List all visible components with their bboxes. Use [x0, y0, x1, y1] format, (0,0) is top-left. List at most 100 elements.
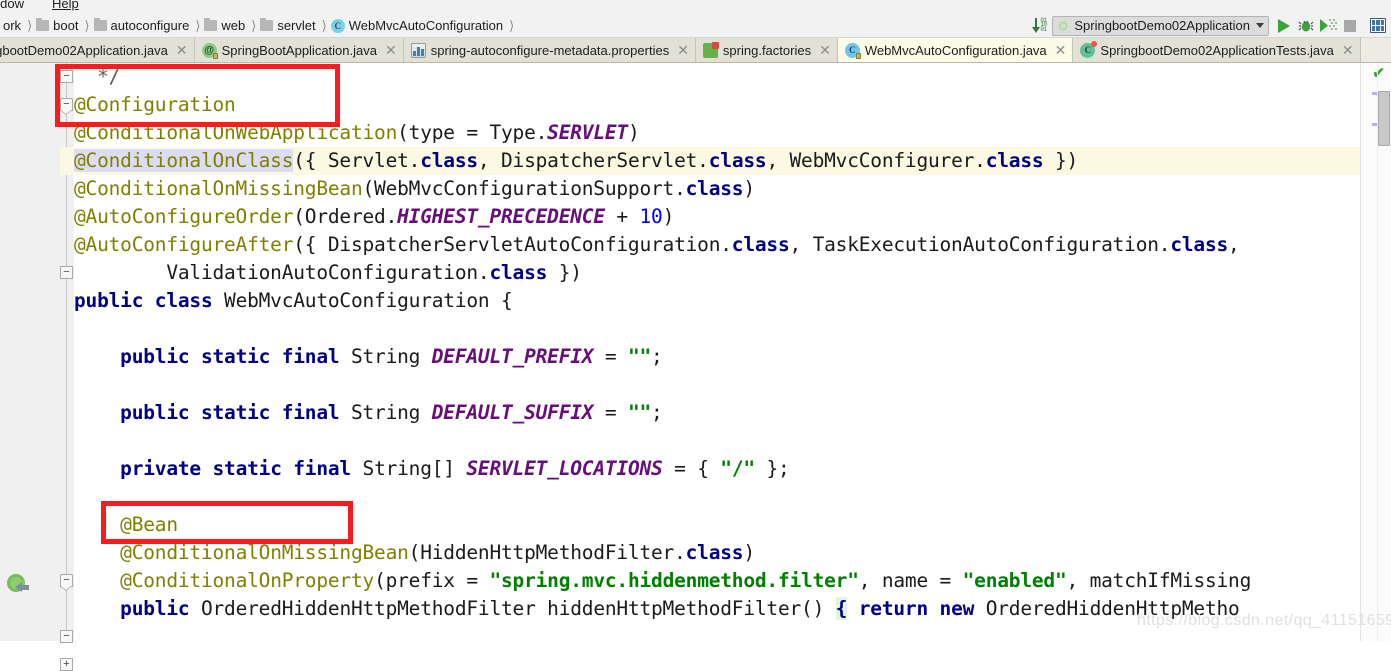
code-line[interactable]: public static final String DEFAULT_PREFI…: [74, 343, 663, 371]
code-token: @ConditionalOnMissingBean: [74, 177, 363, 200]
code-token: @ConditionalOnClass: [74, 149, 294, 172]
code-line[interactable]: @AutoConfigureAfter({ DispatcherServletA…: [74, 231, 1240, 259]
tab-close-icon[interactable]: ✕: [677, 43, 689, 57]
scrollbar-track: [1377, 63, 1378, 641]
download-icon: 01 10 01: [1032, 17, 1050, 34]
breadcrumb-separator-icon: ⟩: [27, 17, 33, 33]
code-token: "spring.mvc.hiddenmethod.filter": [489, 569, 859, 592]
code-token: (WebMvcConfigurationSupport.: [362, 177, 686, 200]
code-token: =: [593, 401, 628, 424]
fold-toggle-inner[interactable]: −: [60, 630, 73, 643]
code-line[interactable]: @ConditionalOnProperty(prefix = "spring.…: [74, 567, 1251, 595]
fold-expand-inner[interactable]: +: [60, 658, 73, 671]
code-line[interactable]: @ConditionalOnMissingBean(HiddenHttpMeth…: [74, 539, 755, 567]
code-token: WebMvcAutoConfiguration {: [212, 289, 513, 312]
tab-spring-autoconfigure-metadata-properties[interactable]: spring-autoconfigure-metadata.properties…: [403, 38, 696, 62]
tab-springbootdemo02application-java[interactable]: C ingbootDemo02Application.java ✕: [0, 38, 195, 62]
tab-close-icon[interactable]: ✕: [385, 43, 397, 57]
watermark: https://blog.csdn.net/qq_41151659: [1137, 612, 1391, 629]
code-token: = {: [662, 457, 721, 480]
chevron-down-icon: [1256, 23, 1264, 28]
menu-item-window[interactable]: indow: [0, 0, 24, 11]
layout-grid-icon: [1370, 18, 1386, 33]
code-line[interactable]: @Bean: [74, 511, 178, 539]
code-line[interactable]: public class WebMvcAutoConfiguration {: [74, 287, 513, 315]
code-token: (prefix =: [374, 569, 490, 592]
code-token: ): [662, 205, 675, 228]
code-token: */: [74, 65, 121, 88]
breadcrumb-item-autoconfigure[interactable]: autoconfigure: [91, 14, 195, 37]
code-line[interactable]: ValidationAutoConfiguration.class }): [74, 259, 582, 287]
code-line[interactable]: private static final String[] SERVLET_LO…: [74, 455, 790, 483]
error-stripe-marker-bar[interactable]: ✔: [1360, 63, 1391, 641]
code-token: ): [743, 541, 755, 564]
code-token: class: [1170, 233, 1229, 256]
code-line[interactable]: @ConditionalOnClass({ Servlet.class, Dis…: [74, 147, 1078, 175]
tab-springbootapplication-java[interactable]: @ SpringBootApplication.java ✕: [194, 38, 404, 62]
editor-gutter[interactable]: [0, 63, 60, 641]
code-token: =: [593, 345, 628, 368]
code-token: (type = Type.: [397, 121, 548, 144]
tab-label: spring-autoconfigure-metadata.properties: [430, 42, 670, 58]
java-test-class-icon: C: [1080, 40, 1098, 58]
fold-toggle-class-start[interactable]: −: [60, 266, 73, 279]
bug-icon: [1298, 20, 1314, 31]
editor-scrollbar-thumb[interactable]: [1378, 91, 1390, 146]
tab-springbootdemo02applicationtests-java[interactable]: C SpringbootDemo02ApplicationTests.java …: [1073, 38, 1361, 62]
tab-label: SpringbootDemo02ApplicationTests.java: [1100, 42, 1334, 58]
code-line[interactable]: @ConditionalOnWebApplication(type = Type…: [74, 119, 640, 147]
code-line[interactable]: @ConditionalOnMissingBean(WebMvcConfigur…: [74, 175, 755, 203]
code-token: , name =: [858, 569, 963, 592]
tab-webmvcautoconfiguration-java[interactable]: C WebMvcAutoConfiguration.java ✕: [837, 38, 1074, 62]
code-token: @Bean: [120, 513, 178, 536]
breadcrumb-item-class[interactable]: C WebMvcAutoConfiguration: [328, 14, 508, 37]
code-line[interactable]: public static final String DEFAULT_SUFFI…: [74, 399, 663, 427]
spring-boot-icon: [1056, 18, 1071, 33]
code-token: "": [627, 401, 652, 424]
run-configuration-selector[interactable]: SpringbootDemo02Application: [1052, 15, 1269, 36]
code-token: , TaskExecutionAutoConfiguration.: [789, 233, 1171, 256]
spring-bean-gutter-icon[interactable]: [6, 573, 30, 597]
fold-toggle-method[interactable]: −: [60, 574, 73, 591]
breadcrumb-label: web: [221, 18, 246, 33]
code-text-area[interactable]: */ @Configuration @ConditionalOnWebApplica…: [74, 63, 1360, 641]
breadcrumb-label: WebMvcAutoConfiguration: [348, 18, 504, 33]
tab-close-icon[interactable]: ✕: [176, 43, 188, 57]
code-token: ,: [1228, 233, 1240, 256]
tab-close-icon[interactable]: ✕: [819, 43, 831, 57]
run-with-coverage-button[interactable]: [1317, 15, 1339, 37]
tab-label: spring.factories: [722, 42, 812, 58]
fold-toggle-comment[interactable]: −: [60, 70, 73, 83]
code-line[interactable]: */: [74, 63, 120, 91]
code-token: class: [489, 261, 548, 284]
code-editor[interactable]: − − − − − + */ @Configuration @Conditional…: [0, 63, 1391, 671]
run-button[interactable]: [1273, 15, 1295, 37]
code-token: OrderedHiddenHttpMethodFilter hiddenHttp…: [189, 597, 836, 620]
breadcrumb-item-web[interactable]: web: [201, 14, 250, 37]
code-token: ({ DispatcherServletAutoConfiguration.: [293, 233, 732, 256]
restore-layout-button[interactable]: [1367, 15, 1389, 37]
code-token: };: [754, 457, 790, 480]
code-line[interactable]: @AutoConfigureOrder(Ordered.HIGHEST_PREC…: [74, 203, 674, 231]
code-line[interactable]: @Configuration: [74, 91, 236, 119]
tab-close-icon[interactable]: ✕: [1342, 43, 1354, 57]
code-token: return new: [858, 597, 975, 620]
breadcrumb-item-root[interactable]: ork: [0, 14, 26, 37]
breadcrumb-separator-icon: ⟩: [84, 17, 90, 33]
breadcrumb-item-servlet[interactable]: servlet: [257, 14, 320, 37]
fold-toggle-annotations[interactable]: −: [60, 98, 73, 115]
debug-button[interactable]: [1295, 15, 1317, 37]
download-dependencies-button[interactable]: 01 10 01: [1030, 15, 1052, 37]
breadcrumb-item-boot[interactable]: boot: [33, 14, 83, 37]
stop-icon: [1344, 19, 1356, 32]
code-line[interactable]: public OrderedHiddenHttpMethodFilter hid…: [74, 595, 1240, 623]
menu-item-help[interactable]: Help: [52, 0, 79, 11]
code-token: ({ Servlet.: [293, 149, 421, 172]
inspection-status-icon[interactable]: ✔: [1372, 66, 1385, 81]
stop-button[interactable]: [1339, 15, 1361, 37]
breadcrumb-separator-icon: ⟩: [195, 17, 201, 33]
tab-spring-factories[interactable]: spring.factories ✕: [695, 38, 838, 62]
tab-close-icon[interactable]: ✕: [1055, 43, 1067, 57]
